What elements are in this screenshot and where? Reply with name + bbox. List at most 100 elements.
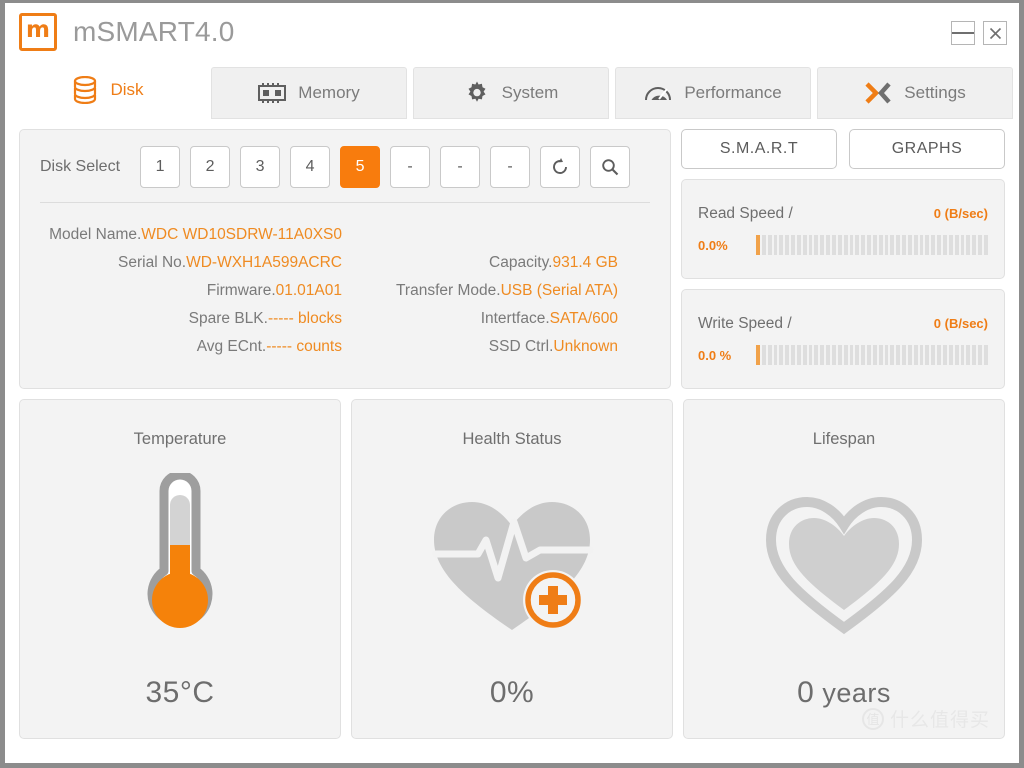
tab-settings[interactable]: Settings bbox=[817, 67, 1013, 119]
tab-performance-label: Performance bbox=[684, 83, 782, 102]
bar-segment bbox=[773, 345, 778, 365]
info-row-model: Model Name.WDC WD10SDRW-11A0XS0 bbox=[40, 221, 342, 249]
close-button[interactable] bbox=[983, 21, 1007, 45]
tab-system[interactable]: System bbox=[413, 67, 609, 119]
disk-info-right-column: Capacity.931.4 GB Transfer Mode.USB (Ser… bbox=[348, 221, 650, 361]
bar-segment bbox=[884, 345, 889, 365]
close-icon bbox=[989, 27, 1001, 39]
disk-button-8[interactable]: - bbox=[490, 146, 531, 188]
health-status-title: Health Status bbox=[462, 430, 562, 448]
app-logo: m bbox=[19, 13, 57, 51]
disk-button-7[interactable]: - bbox=[440, 146, 481, 188]
info-row-avg-ecnt: Avg ECnt.----- counts bbox=[40, 333, 342, 361]
temperature-title: Temperature bbox=[133, 430, 227, 448]
bar-segment bbox=[849, 235, 854, 255]
bar-segment bbox=[925, 345, 930, 365]
bar-segment bbox=[907, 235, 912, 255]
bar-segment bbox=[972, 345, 977, 365]
logo-letter-icon: m bbox=[26, 17, 50, 43]
info-row-spare-blk: Spare BLK.----- blocks bbox=[40, 305, 342, 333]
bar-segment bbox=[843, 345, 848, 365]
disk-select-label: Disk Select bbox=[40, 158, 121, 175]
bar-segment bbox=[966, 235, 971, 255]
disk-button-2[interactable]: 2 bbox=[190, 146, 231, 188]
info-value: WDC WD10SDRW-11A0XS0 bbox=[141, 226, 342, 243]
info-key: Transfer Mode. bbox=[396, 282, 501, 299]
bar-segment bbox=[960, 345, 965, 365]
bar-segment bbox=[796, 345, 801, 365]
bar-segment bbox=[843, 235, 848, 255]
disk-button-6[interactable]: - bbox=[390, 146, 431, 188]
tab-disk[interactable]: Disk bbox=[11, 61, 205, 119]
bar-segment bbox=[890, 235, 895, 255]
minimize-button[interactable] bbox=[951, 21, 975, 45]
smart-button[interactable]: S.M.A.R.T bbox=[681, 129, 837, 169]
search-button[interactable] bbox=[590, 146, 631, 188]
read-speed-value: 0 (B/sec) bbox=[933, 206, 988, 221]
read-speed-body: 0.0% bbox=[698, 235, 988, 255]
disk-info-panel: Disk Select 1 2 3 4 5 - - - Model Name.W… bbox=[19, 129, 671, 389]
bar-segment bbox=[756, 345, 760, 365]
disk-info-grid: Model Name.WDC WD10SDRW-11A0XS0 Serial N… bbox=[40, 213, 650, 361]
bar-segment bbox=[919, 235, 924, 255]
tab-settings-label: Settings bbox=[904, 83, 966, 102]
read-speed-bar bbox=[756, 235, 988, 255]
bar-segment bbox=[907, 345, 912, 365]
bar-segment bbox=[872, 345, 877, 365]
app-window: m mSMART4.0 Disk Memory System Performan… bbox=[0, 0, 1024, 768]
write-speed-label: Write Speed / bbox=[698, 315, 792, 332]
graphs-button[interactable]: GRAPHS bbox=[849, 129, 1005, 169]
bar-segment bbox=[761, 345, 766, 365]
bar-segment bbox=[867, 235, 871, 255]
bar-segment bbox=[861, 235, 866, 255]
write-speed-bar bbox=[756, 345, 988, 365]
bar-segment bbox=[779, 235, 784, 255]
bar-segment bbox=[896, 345, 901, 365]
info-row-interface: Intertface.SATA/600 bbox=[348, 305, 650, 333]
bar-segment bbox=[855, 345, 860, 365]
bar-segment bbox=[756, 235, 760, 255]
bar-segment bbox=[943, 345, 947, 365]
disk-button-4[interactable]: 4 bbox=[290, 146, 331, 188]
bar-segment bbox=[948, 235, 953, 255]
disk-button-3[interactable]: 3 bbox=[240, 146, 281, 188]
health-status-card: Health Status 0% bbox=[351, 399, 673, 739]
info-row-ssd-ctrl: SSD Ctrl.Unknown bbox=[348, 333, 650, 361]
write-speed-value: 0 (B/sec) bbox=[933, 316, 988, 331]
bar-segment bbox=[837, 345, 842, 365]
disk-button-1[interactable]: 1 bbox=[140, 146, 181, 188]
bar-segment bbox=[826, 345, 830, 365]
bar-segment bbox=[767, 345, 772, 365]
bar-segment bbox=[983, 345, 988, 365]
bar-segment bbox=[802, 235, 807, 255]
bar-segment bbox=[878, 345, 883, 365]
info-key: Model Name. bbox=[49, 226, 142, 243]
lifespan-unit: years bbox=[822, 678, 891, 708]
bar-segment bbox=[831, 235, 836, 255]
disk-info-left-column: Model Name.WDC WD10SDRW-11A0XS0 Serial N… bbox=[40, 221, 348, 361]
disk-button-5[interactable]: 5 bbox=[340, 146, 381, 188]
health-status-art bbox=[422, 449, 602, 676]
site-watermark: 值 什么值得买 bbox=[861, 705, 990, 732]
bar-segment bbox=[802, 345, 807, 365]
thermometer-icon bbox=[147, 472, 213, 628]
read-speed-panel: Read Speed / 0 (B/sec) 0.0% bbox=[681, 179, 1005, 279]
bar-segment bbox=[913, 345, 918, 365]
write-speed-panel: Write Speed / 0 (B/sec) 0.0 % bbox=[681, 289, 1005, 389]
refresh-button[interactable] bbox=[540, 146, 581, 188]
bar-segment bbox=[791, 345, 795, 365]
read-speed-label: Read Speed / bbox=[698, 205, 793, 222]
lifespan-art bbox=[759, 449, 929, 676]
info-divider bbox=[40, 202, 650, 203]
watermark-text: 什么值得买 bbox=[889, 709, 990, 731]
bar-segment bbox=[826, 235, 830, 255]
tab-memory[interactable]: Memory bbox=[211, 67, 407, 119]
bar-segment bbox=[954, 345, 959, 365]
tab-performance[interactable]: Performance bbox=[615, 67, 811, 119]
bar-segment bbox=[814, 345, 819, 365]
gauge-icon bbox=[644, 82, 672, 104]
write-speed-body: 0.0 % bbox=[698, 345, 988, 365]
bar-segment bbox=[931, 235, 936, 255]
chevrons-x-icon bbox=[864, 81, 892, 105]
bar-segment bbox=[913, 235, 918, 255]
